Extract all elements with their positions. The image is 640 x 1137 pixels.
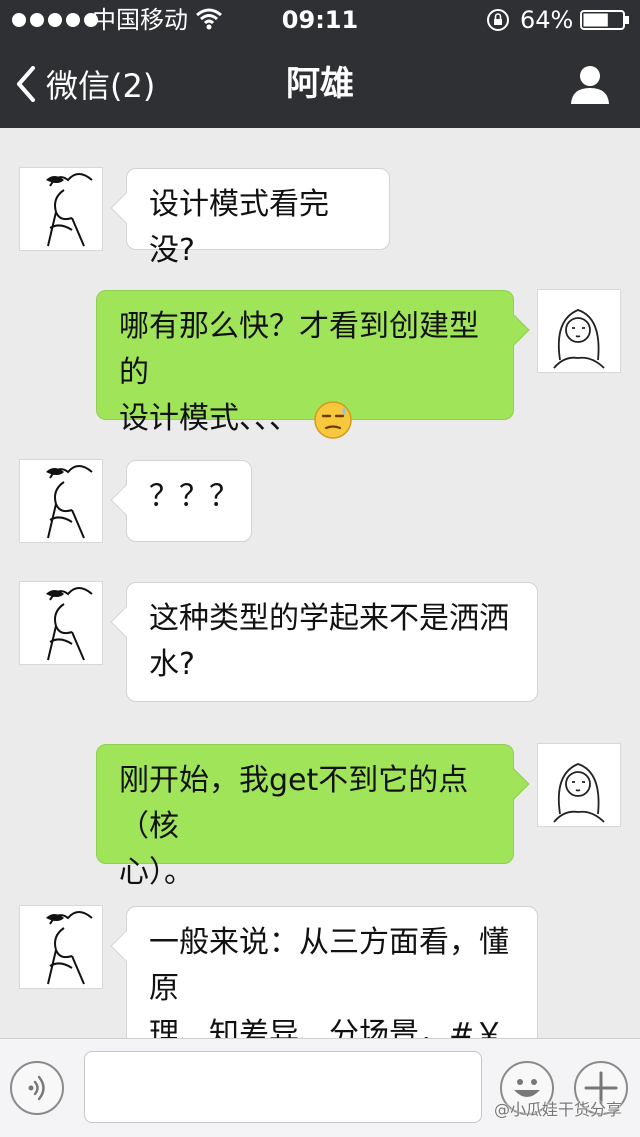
message-bubble[interactable]: 这种类型的学起来不是洒洒 水?: [126, 582, 538, 702]
avatar[interactable]: [538, 290, 620, 372]
voice-icon: [28, 1075, 45, 1101]
message-text: 哪有那么快？才看到创建型的 设计模式、、、: [119, 309, 479, 436]
message-text: ？？？: [149, 479, 239, 514]
voice-input-button[interactable]: [10, 1061, 64, 1115]
user-avatar-sketch-icon: [553, 763, 605, 823]
message-bubble[interactable]: 一般来说：从三方面看，懂原 理、知差异、分场景，#￥￥ %&^%#%&.....…: [126, 906, 538, 1038]
message-text: 这种类型的学起来不是洒洒 水?: [149, 601, 509, 682]
contact-profile-icon[interactable]: [570, 64, 610, 104]
rotation-lock-icon: [487, 9, 509, 31]
battery-icon: [580, 10, 629, 30]
contact-avatar-sketch-icon: [46, 465, 93, 539]
navigation-bar: 微信(2) 阿雄: [0, 40, 640, 128]
message-text: 刚开始，我get不到它的点（核 心）。: [119, 763, 469, 890]
battery-percent: 64%: [520, 6, 574, 34]
message-list[interactable]: 设计模式看完没? 哪有那么快？才看到创建型的 设计模式、、、 ？？？ 这种类型的…: [0, 128, 640, 1038]
message-text-input[interactable]: [84, 1051, 482, 1123]
message-bubble[interactable]: ？？？: [126, 460, 252, 542]
contact-avatar-sketch-icon: [46, 911, 93, 985]
avatar[interactable]: [20, 460, 102, 542]
avatar[interactable]: [20, 168, 102, 250]
sweat-smile-emoji-icon: [313, 400, 352, 439]
message-text: 设计模式看完没?: [149, 187, 329, 268]
message-bubble[interactable]: 哪有那么快？才看到创建型的 设计模式、、、: [96, 290, 514, 439]
top-bar: 中国移动 09:11 64% 微信(2) 阿雄: [0, 0, 640, 128]
message-input-bar: [0, 1038, 640, 1137]
contact-avatar-sketch-icon: [46, 173, 93, 247]
chat-title: 阿雄: [286, 64, 354, 104]
avatar[interactable]: [20, 906, 102, 988]
avatar[interactable]: [20, 582, 102, 664]
contact-avatar-sketch-icon: [46, 587, 93, 661]
watermark-text: @小瓜娃干货分享: [494, 1100, 623, 1119]
avatar[interactable]: [538, 744, 620, 826]
message-bubble[interactable]: 设计模式看完没?: [126, 168, 390, 268]
message-bubble[interactable]: 刚开始，我get不到它的点（核 心）。: [96, 744, 514, 890]
status-bar: 中国移动 09:11 64%: [0, 0, 640, 40]
message-text: 一般来说：从三方面看，懂原 理、知差异、分场景，#￥￥ %&^%#%&.....…: [149, 925, 509, 1038]
user-avatar-sketch-icon: [553, 309, 605, 369]
